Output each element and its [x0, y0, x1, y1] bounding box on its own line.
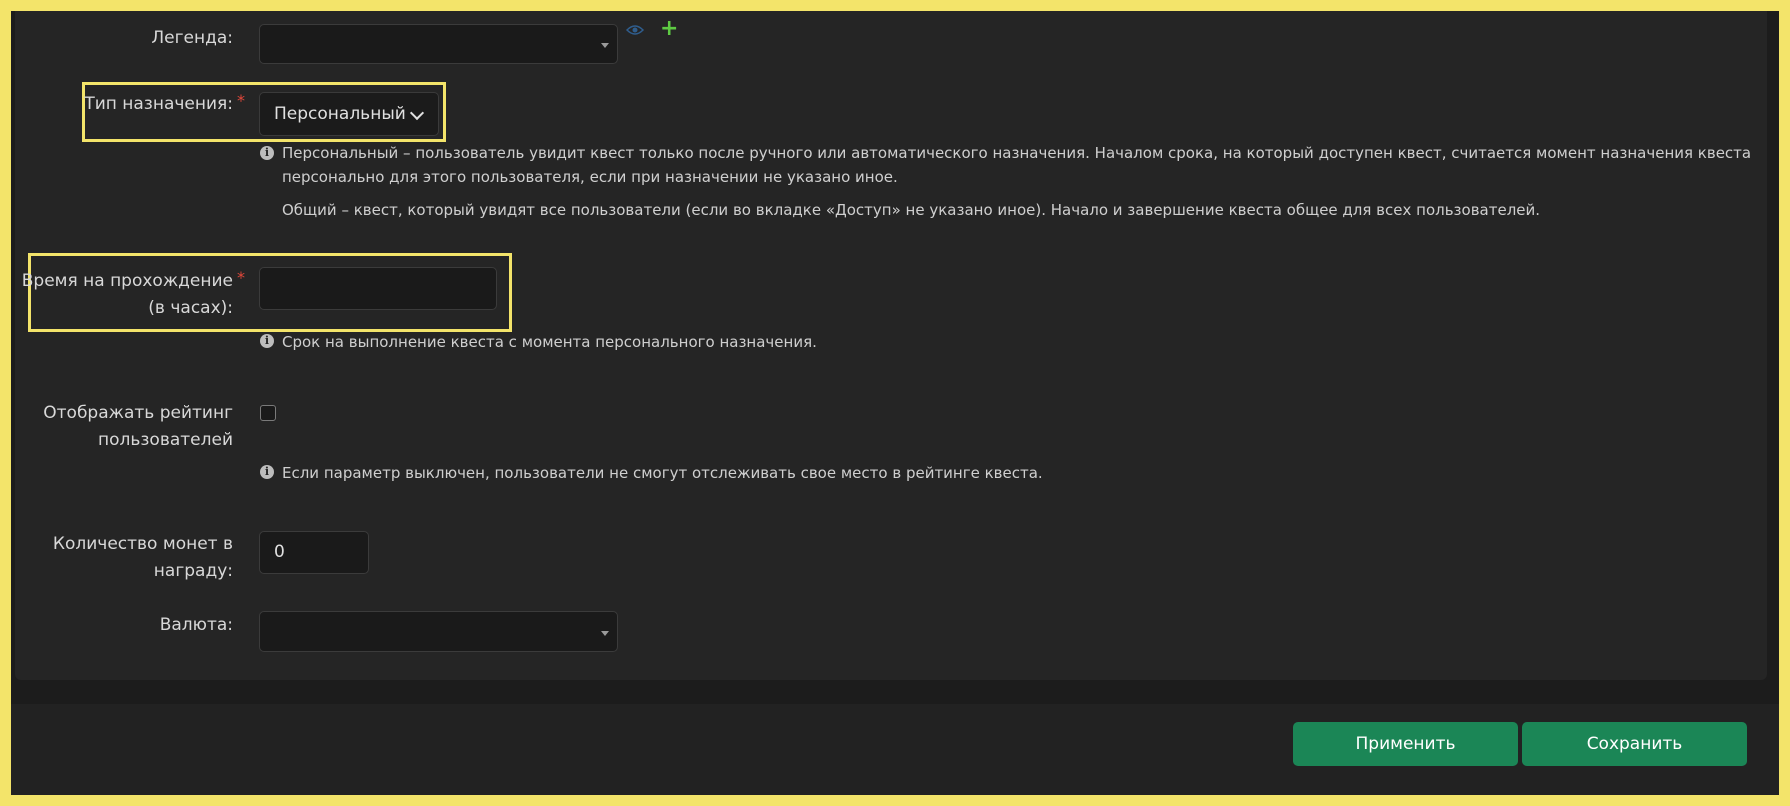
show-rating-label-line2: пользователей	[97, 430, 233, 450]
chevron-down-icon	[409, 105, 425, 121]
info-icon: i	[260, 334, 274, 348]
assignment-type-value: Персональный	[274, 104, 406, 124]
assignment-type-hint-personal: Персональный – пользователь увидит квест…	[282, 144, 1752, 186]
assignment-type-hint-common: Общий – квест, который увидят все пользо…	[282, 201, 1541, 219]
legend-select[interactable]	[259, 24, 618, 64]
coins-reward-value: 0	[274, 542, 285, 562]
caret-down-icon	[601, 43, 609, 48]
required-mark: *	[237, 91, 245, 110]
legend-label: Легенда:	[151, 28, 233, 48]
save-button[interactable]: Сохранить	[1522, 722, 1747, 766]
info-icon: i	[260, 146, 274, 160]
info-icon: i	[260, 465, 274, 479]
required-mark: *	[237, 268, 245, 287]
time-limit-input[interactable]	[259, 267, 497, 310]
assignment-type-label: Тип назначения:	[84, 94, 233, 114]
time-limit-label-line2: (в часах):	[148, 298, 233, 318]
time-limit-hint: Срок на выполнение квеста с момента перс…	[282, 333, 817, 351]
coins-reward-input[interactable]: 0	[259, 531, 369, 574]
plus-icon[interactable]: +	[660, 18, 678, 40]
assignment-type-dropdown[interactable]: Персональный	[259, 92, 439, 136]
currency-label: Валюта:	[159, 615, 233, 635]
show-rating-label-line1: Отображать рейтинг	[43, 403, 233, 423]
apply-button[interactable]: Применить	[1293, 722, 1518, 766]
coins-reward-label-line2: награду:	[153, 561, 233, 581]
eye-icon[interactable]	[625, 22, 645, 36]
show-rating-hint: Если параметр выключен, пользователи не …	[282, 464, 1043, 482]
caret-down-icon	[601, 630, 609, 636]
currency-select[interactable]	[259, 611, 618, 652]
time-limit-label-line1: Время на прохождение	[21, 271, 233, 291]
show-rating-checkbox[interactable]	[260, 405, 276, 421]
coins-reward-label-line1: Количество монет в	[52, 534, 233, 554]
